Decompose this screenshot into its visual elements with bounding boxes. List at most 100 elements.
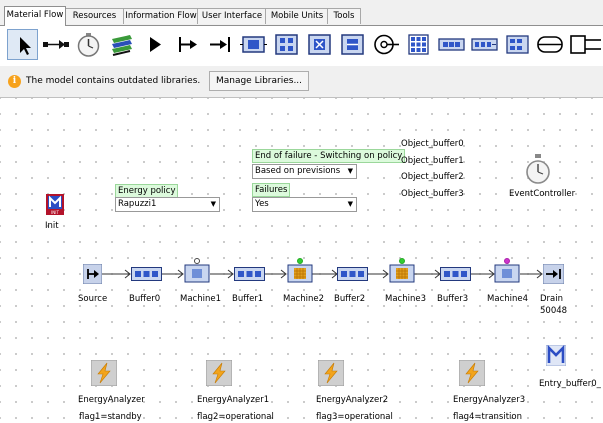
- track-tool-button[interactable]: [568, 29, 601, 60]
- source-object[interactable]: [83, 264, 102, 284]
- library-tab-strip: Material Flow Resources Information Flow…: [0, 0, 603, 26]
- single-proc-tool-button[interactable]: [238, 29, 269, 60]
- tab-information-flow[interactable]: Information Flow: [123, 8, 199, 24]
- buffer-tool-button[interactable]: [436, 29, 467, 60]
- energy-analyzer-1[interactable]: [206, 360, 232, 386]
- event-controller-icon: [77, 33, 100, 57]
- track-icon: [570, 35, 601, 54]
- single-proc-icon: [240, 36, 267, 53]
- lightning-icon: [459, 360, 485, 386]
- method-tool-button[interactable]: [139, 29, 170, 60]
- assembly-icon: [308, 34, 331, 55]
- machine4-label: Machine4: [487, 294, 528, 304]
- model-frame-canvas[interactable]: INIT Init Energy policy Rapuzzi1 ▼ End o…: [0, 98, 603, 423]
- assembly-tool-button[interactable]: [304, 29, 335, 60]
- energy-analyzer-3-label: EnergyAnalyzer3: [453, 395, 526, 405]
- energy-analyzer-0-label: EnergyAnalyzer: [78, 395, 145, 405]
- tab-material-flow[interactable]: Material Flow: [4, 6, 66, 26]
- machine3-object[interactable]: [389, 258, 415, 283]
- energy-analyzer-0-flag: flag1=standby: [79, 412, 142, 422]
- buffer-icon: [337, 267, 368, 281]
- machine3-status-indicator: [399, 258, 405, 264]
- buffer1-object[interactable]: [234, 267, 265, 281]
- machine4-status-indicator: [504, 258, 510, 264]
- machine2-label: Machine2: [283, 294, 324, 304]
- event-controller-tool-button[interactable]: [73, 29, 104, 60]
- energy-analyzer-0[interactable]: [91, 360, 117, 386]
- sorter-tool-button[interactable]: [502, 29, 533, 60]
- line-tool-button[interactable]: [535, 29, 566, 60]
- drain-icon: [543, 264, 564, 284]
- connector-icon: [43, 40, 69, 49]
- energy-analyzer-3-flag: flag4=transition: [453, 412, 522, 422]
- machine2-status-indicator: [297, 258, 303, 264]
- lightning-icon: [206, 360, 232, 386]
- buffer0-label: Buffer0: [129, 294, 161, 304]
- tab-mobile-units[interactable]: Mobile Units: [265, 8, 329, 24]
- parallel-proc-tool-button[interactable]: [271, 29, 302, 60]
- source-icon: [179, 37, 197, 52]
- shift-tool-button[interactable]: [370, 29, 401, 60]
- placebuffer-icon: [471, 38, 498, 51]
- buffer-icon: [131, 267, 162, 281]
- machine-icon: [389, 258, 415, 283]
- buffer-icon: [234, 267, 265, 281]
- lightning-icon: [91, 360, 117, 386]
- drain-icon: [210, 37, 230, 52]
- drain-object[interactable]: [543, 264, 564, 284]
- dismantle-icon: [341, 34, 364, 55]
- pointer-icon: [20, 37, 31, 55]
- machine2-object[interactable]: [287, 258, 313, 283]
- library-info-bar: i The model contains outdated libraries.…: [0, 66, 603, 98]
- machine4-object[interactable]: [494, 258, 520, 283]
- object-toolbar: [0, 25, 603, 67]
- drain-count: 50048: [540, 306, 568, 316]
- energy-analyzer-1-label: EnergyAnalyzer1: [197, 395, 270, 405]
- buffer3-object[interactable]: [440, 267, 471, 281]
- source-tool-button[interactable]: [172, 29, 203, 60]
- buffer-icon: [438, 38, 465, 51]
- buffer1-label: Buffer1: [232, 294, 264, 304]
- energy-analyzer-3[interactable]: [459, 360, 485, 386]
- generator-icon: [112, 35, 132, 56]
- shift-icon: [374, 34, 399, 55]
- play-icon: [150, 37, 161, 52]
- buffer2-label: Buffer2: [334, 294, 366, 304]
- tab-user-interface[interactable]: User Interface: [197, 8, 267, 24]
- source-label: Source: [78, 294, 108, 304]
- store-icon: [408, 34, 429, 55]
- place-buffer-tool-button[interactable]: [469, 29, 500, 60]
- generator-tool-button[interactable]: [106, 29, 137, 60]
- cycle-icon: [537, 36, 563, 53]
- dismantle-tool-button[interactable]: [337, 29, 368, 60]
- outdated-libraries-message: The model contains outdated libraries.: [26, 76, 201, 86]
- buffer-icon: [440, 267, 471, 281]
- tab-tools[interactable]: Tools: [327, 8, 361, 24]
- buffer2-object[interactable]: [337, 267, 368, 281]
- pointer-tool-button[interactable]: [7, 29, 38, 60]
- energy-analyzer-2[interactable]: [318, 360, 344, 386]
- machine-icon: [184, 258, 210, 283]
- drain-tool-button[interactable]: [205, 29, 236, 60]
- plant-simulation-window: Material Flow Resources Information Flow…: [0, 0, 603, 423]
- drain-label: Drain: [540, 294, 563, 304]
- machine1-object[interactable]: [184, 258, 210, 283]
- entry-buffer-method[interactable]: [546, 345, 566, 366]
- store-tool-button[interactable]: [403, 29, 434, 60]
- machine3-label: Machine3: [385, 294, 426, 304]
- lightning-icon: [318, 360, 344, 386]
- machine1-label: Machine1: [180, 294, 221, 304]
- buffer0-object[interactable]: [131, 267, 162, 281]
- machine-icon: [494, 258, 520, 283]
- energy-analyzer-2-label: EnergyAnalyzer2: [316, 395, 389, 405]
- energy-analyzer-1-flag: flag2=operational: [197, 412, 274, 422]
- machine-icon: [287, 258, 313, 283]
- tab-resources[interactable]: Resources: [64, 8, 125, 24]
- buffer3-label: Buffer3: [437, 294, 469, 304]
- connector-tool-button[interactable]: [40, 29, 71, 60]
- info-icon: i: [8, 75, 21, 88]
- source-icon: [83, 264, 102, 284]
- machine1-status-indicator: [194, 258, 200, 264]
- entry-buffer-label: Entry_buffer0_: [539, 379, 601, 389]
- manage-libraries-button[interactable]: Manage Libraries...: [209, 71, 309, 91]
